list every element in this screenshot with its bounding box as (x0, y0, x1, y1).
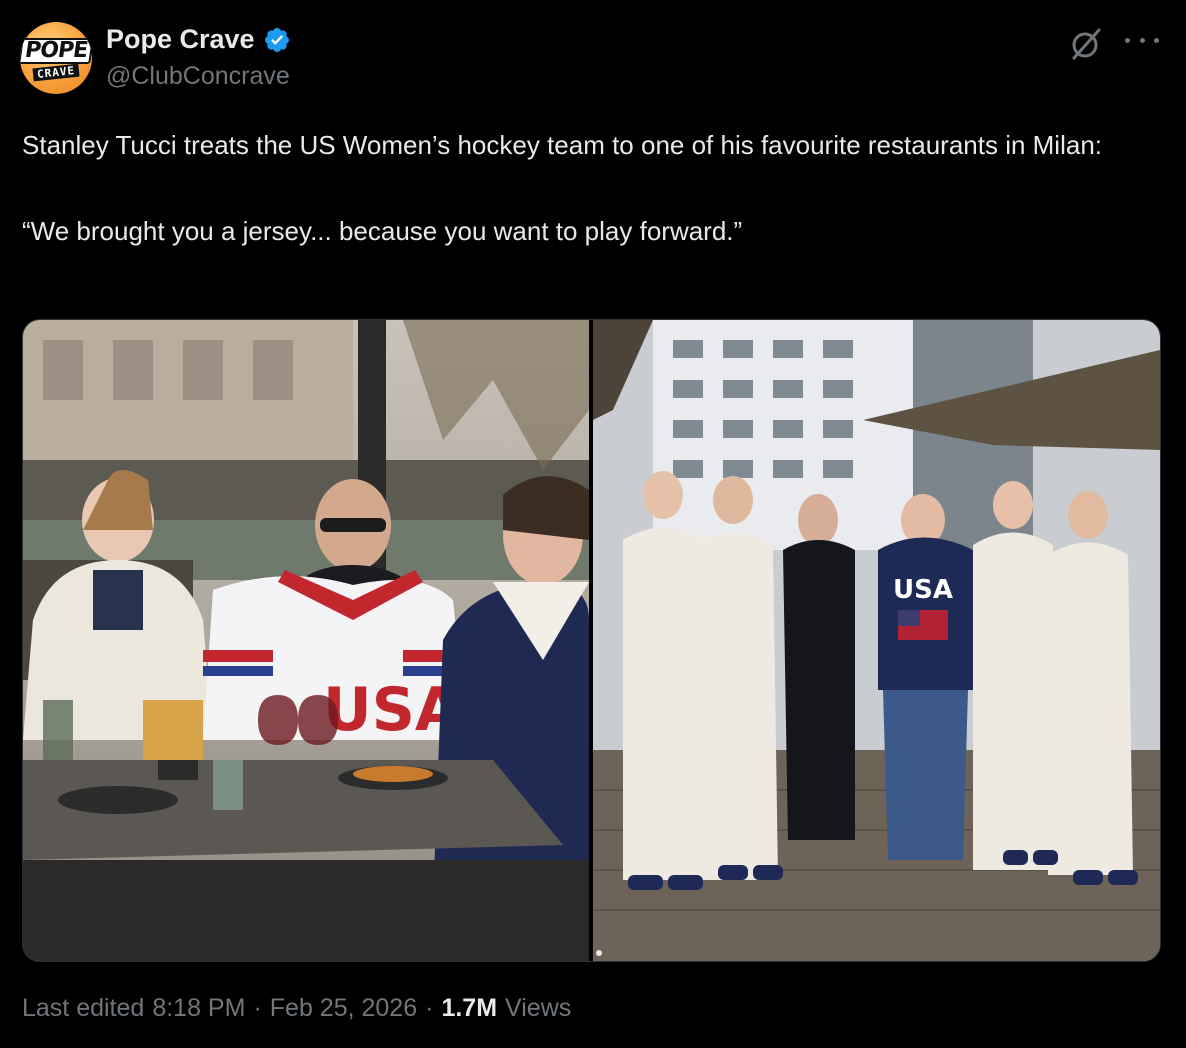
media-photo-group[interactable]: USA (593, 320, 1160, 961)
views-label: Views (505, 994, 572, 1022)
edited-label[interactable]: Last edited (22, 994, 144, 1023)
avatar-logo-top: POPE (20, 37, 92, 64)
tweet-date[interactable]: Feb 25, 2026 (270, 994, 417, 1023)
tweet-text: Stanley Tucci treats the US Women’s hock… (22, 124, 1152, 253)
tweet-text-line-1: Stanley Tucci treats the US Women’s hock… (22, 130, 1103, 160)
meta-separator: · (425, 994, 434, 1022)
tweet-meta: Last edited 8:18 PM · Feb 25, 2026 · 1.7… (22, 994, 571, 1023)
views-count: 1.7M (441, 994, 498, 1022)
grok-icon[interactable] (1068, 26, 1104, 62)
media-indicator-dot (596, 950, 602, 956)
media-photo-restaurant[interactable]: USA (23, 320, 589, 961)
tweet-time[interactable]: 8:18 PM (152, 994, 245, 1023)
verified-badge-icon (264, 27, 289, 52)
avatar-logo-bottom: CRAVE (32, 63, 80, 81)
display-name-text[interactable]: Pope Crave (106, 24, 255, 55)
more-options-icon[interactable] (1125, 30, 1159, 50)
meta-separator: · (253, 994, 262, 1022)
sweater-text: USA (893, 575, 953, 605)
user-handle[interactable]: @ClubConcrave (106, 62, 290, 91)
tweet-text-line-2: “We brought you a jersey... because you … (22, 216, 743, 246)
avatar[interactable]: POPE CRAVE (20, 22, 92, 94)
media-grid[interactable]: USA USA (22, 319, 1161, 962)
display-name[interactable]: Pope Crave (106, 24, 291, 55)
